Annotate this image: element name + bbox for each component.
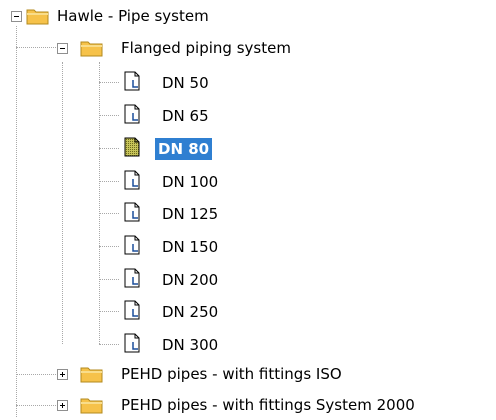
folder-icon xyxy=(80,367,103,383)
tree-node-dn-125[interactable]: DN 125 xyxy=(0,199,496,229)
tree-node-flanged-piping-system[interactable]: Flanged piping system xyxy=(0,33,496,63)
collapse-toggle-icon[interactable] xyxy=(11,11,22,22)
document-icon xyxy=(124,202,140,222)
tree-node-label[interactable]: DN 125 xyxy=(159,203,221,225)
tree-node-label[interactable]: DN 65 xyxy=(159,105,212,127)
tree-node-label[interactable]: DN 200 xyxy=(159,269,221,291)
tree-node-label[interactable]: PEHD pipes - with fittings System 2000 xyxy=(118,394,418,416)
tree-node-label[interactable]: DN 250 xyxy=(159,301,221,323)
tree-node-label[interactable]: PEHD pipes - with fittings ISO xyxy=(118,363,345,385)
tree-node-dn-100[interactable]: DN 100 xyxy=(0,167,496,197)
tree-node-dn-50[interactable]: DN 50 xyxy=(0,68,496,98)
document-icon xyxy=(124,170,140,190)
document-icon xyxy=(124,235,140,255)
tree-node-label-selected[interactable]: DN 80 xyxy=(155,138,213,160)
tree-view[interactable]: Hawle - Pipe system Flanged piping syste… xyxy=(0,0,496,417)
folder-icon xyxy=(26,9,49,25)
document-selected-icon xyxy=(124,137,140,157)
document-icon xyxy=(124,104,140,124)
tree-node-dn-150[interactable]: DN 150 xyxy=(0,232,496,262)
expand-toggle-icon[interactable] xyxy=(57,400,68,411)
collapse-toggle-icon[interactable] xyxy=(57,43,68,54)
tree-node-dn-65[interactable]: DN 65 xyxy=(0,101,496,131)
tree-node-label[interactable]: DN 300 xyxy=(159,334,221,356)
tree-node-label[interactable]: DN 100 xyxy=(159,171,221,193)
document-icon xyxy=(124,300,140,320)
tree-node-root[interactable]: Hawle - Pipe system xyxy=(0,1,496,31)
document-icon xyxy=(124,268,140,288)
tree-node-pehd-system-2000[interactable]: PEHD pipes - with fittings System 2000 xyxy=(0,390,496,420)
folder-icon xyxy=(80,398,103,414)
expand-toggle-icon[interactable] xyxy=(57,369,68,380)
tree-node-dn-250[interactable]: DN 250 xyxy=(0,297,496,327)
tree-node-dn-300[interactable]: DN 300 xyxy=(0,330,496,360)
tree-node-dn-80[interactable]: DN 80 xyxy=(0,134,496,164)
folder-icon xyxy=(80,41,103,57)
document-icon xyxy=(124,71,140,91)
tree-node-dn-200[interactable]: DN 200 xyxy=(0,265,496,295)
tree-node-label[interactable]: Hawle - Pipe system xyxy=(54,5,212,27)
tree-node-pehd-iso[interactable]: PEHD pipes - with fittings ISO xyxy=(0,360,496,390)
tree-node-label[interactable]: Flanged piping system xyxy=(118,37,294,59)
tree-node-label[interactable]: DN 150 xyxy=(159,236,221,258)
document-icon xyxy=(124,333,140,353)
tree-node-label[interactable]: DN 50 xyxy=(159,72,212,94)
